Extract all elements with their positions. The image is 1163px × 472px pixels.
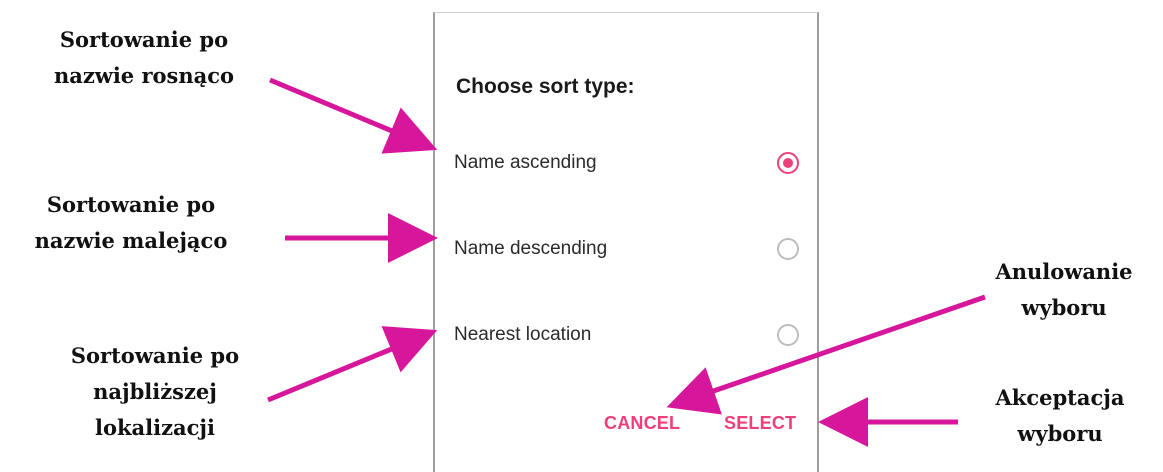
arrow-cancel-icon <box>666 294 986 415</box>
arrow-name-ascending-icon <box>269 77 438 154</box>
arrow-nearest-location-icon <box>267 326 438 403</box>
annotation-arrows <box>267 77 986 447</box>
